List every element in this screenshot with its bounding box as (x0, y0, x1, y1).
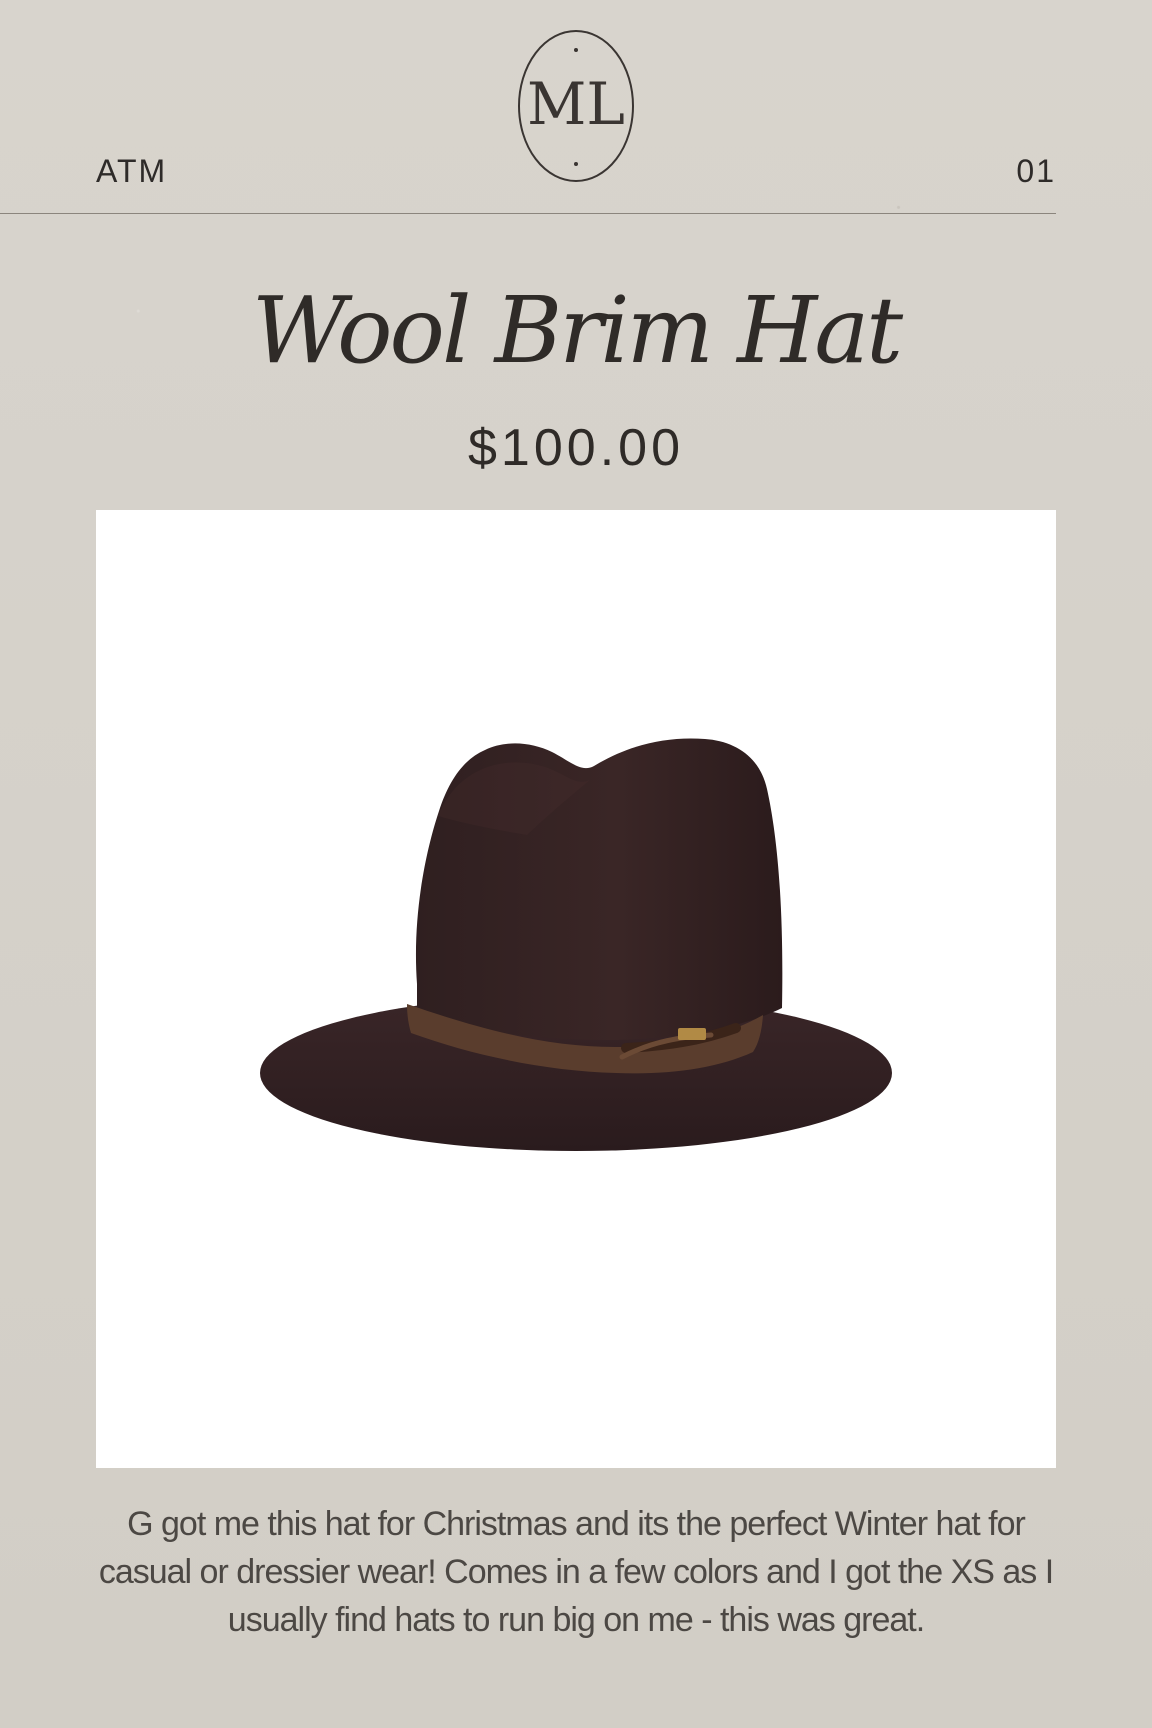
top-left-label: ATM (96, 153, 168, 189)
product-price: $100.00 (468, 419, 684, 477)
product-title: Wool Brim Hat (251, 277, 903, 384)
brown-wool-brim-hat-icon (260, 738, 892, 1151)
logo-monogram-text: ML (527, 70, 625, 138)
product-image (96, 510, 1056, 1468)
top-right-label: 01 (1016, 153, 1056, 189)
product-description: G got me this hat for Christmas and its … (98, 1505, 1054, 1639)
header-divider (0, 213, 1056, 214)
ml-monogram-logo: ML (518, 30, 634, 182)
